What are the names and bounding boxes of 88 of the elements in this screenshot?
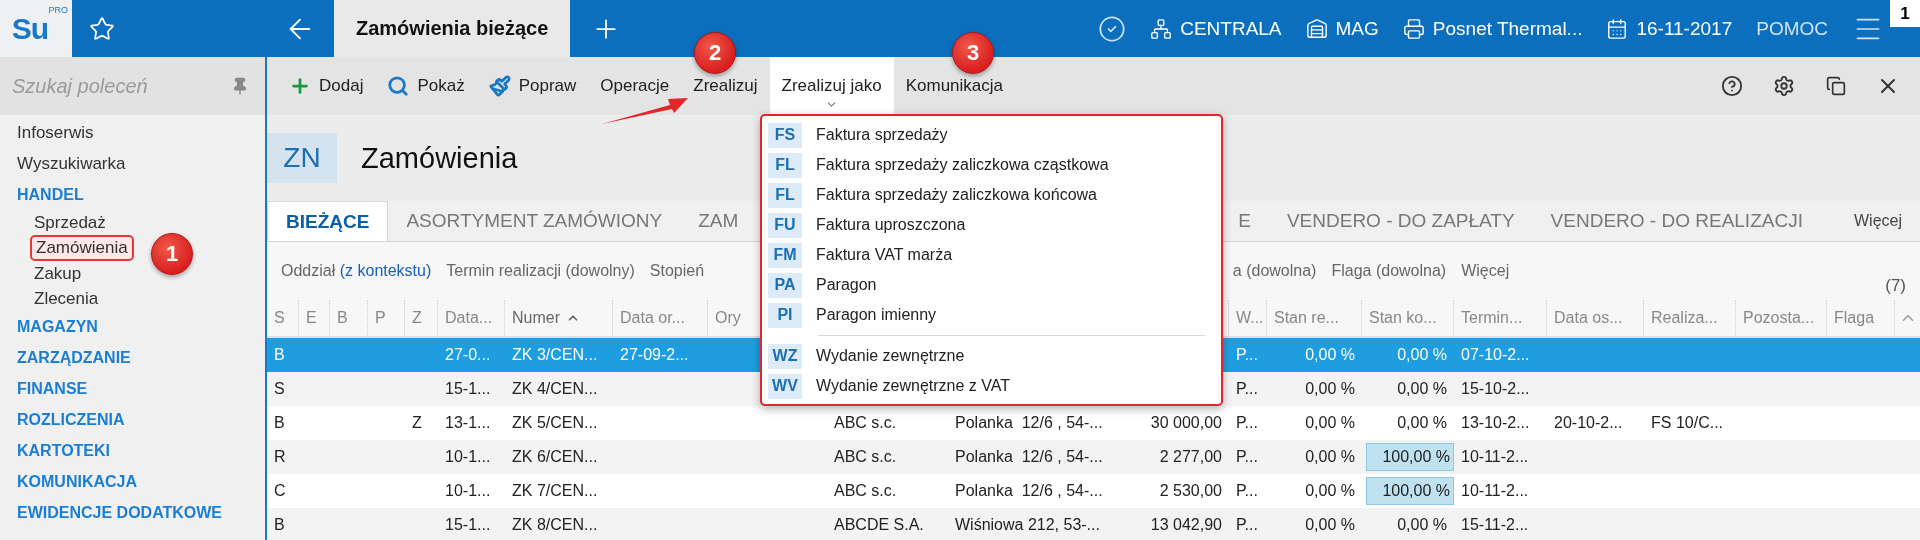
document-type-code: FU (768, 212, 802, 238)
table-cell-text: 15-11-2... (1460, 515, 1530, 535)
table-cell-text: 10-11-2... (1460, 447, 1530, 467)
menu-item-label: Paragon (816, 276, 877, 294)
table-cell-text: R (273, 447, 287, 467)
table-cell-text: P... (1235, 447, 1259, 467)
table-cell-text: 07-10-2... (1460, 345, 1531, 365)
table-cell-text: ZK 6/CEN... (511, 447, 599, 467)
table-cell-text: 0,00 % (1396, 515, 1448, 535)
table-cell-text: P... (1235, 481, 1259, 501)
table-cell-text: 0,00 % (1304, 447, 1356, 467)
table-cell-text: ABCDE S.A. (833, 515, 925, 535)
menu-item-label: Faktura VAT marża (816, 246, 953, 264)
document-type-code: FM (768, 242, 802, 268)
table-cell-text: ZK 5/CEN... (511, 413, 599, 433)
table-cell-text: ZK 8/CEN... (511, 515, 599, 535)
document-type-code: FL (768, 152, 802, 178)
table-cell-text: 13-1... (444, 413, 492, 433)
menu-item-label: Faktura sprzedaży (816, 126, 948, 144)
table-cell-text: ZK 7/CEN... (511, 481, 599, 501)
table-cell-text: C (273, 481, 287, 501)
table-cell-text: Polanka 12/6 , 54-... (954, 447, 1104, 467)
button-label: Popraw (518, 76, 577, 96)
table-cell-text: 0,00 % (1304, 345, 1356, 365)
table-cell-text: Polanka 12/6 , 54-... (954, 413, 1104, 433)
table-cell-text: 27-0... (444, 345, 492, 365)
table-cell-text: Z (411, 413, 423, 433)
button-label: Dodaj (319, 76, 364, 96)
table-cell-text: 10-1... (444, 481, 492, 501)
menu-item-label: Wydanie zewnętrzne (816, 347, 965, 365)
button-label: Zrealizuj (693, 76, 758, 96)
table-cell-text: 13 042,90 (1149, 515, 1223, 535)
table-cell-text: 10-1... (444, 447, 492, 467)
table-cell-text: 13-10-2... (1460, 413, 1531, 433)
table-cell-text: ZK 3/CEN... (511, 345, 599, 365)
menu-item-label: Faktura sprzedaży zaliczkowa cząstkowa (816, 156, 1109, 174)
table-cell-text: 0,00 % (1304, 515, 1356, 535)
table-cell-text: ABC s.c. (833, 413, 898, 433)
table-cell-text: FS 10/C... (1650, 413, 1725, 433)
button-label: Komunikacja (905, 76, 1004, 96)
document-type-code: WV (768, 373, 802, 399)
button-label: Pokaż (417, 76, 465, 96)
table-cell-text: B (273, 345, 286, 365)
table-cell-text: 0,00 % (1396, 413, 1448, 433)
menu-item-label: Faktura uproszczona (816, 216, 966, 234)
table-cell-text: S (273, 379, 286, 399)
table-cell: 100,00 % (1366, 477, 1454, 505)
table-cell-text: 15-10-2... (1460, 379, 1531, 399)
record-count: (7) (1885, 276, 1906, 296)
table-cell-text: 0,00 % (1396, 379, 1448, 399)
table-cell-text: 0,00 % (1304, 379, 1356, 399)
table-cell: 100,00 % (1366, 443, 1454, 471)
table-cell-text: 20-10-2... (1553, 413, 1624, 433)
logo-text: Su (11, 13, 49, 44)
table-cell-text: 10-11-2... (1460, 481, 1530, 501)
table-cell-text: ABC s.c. (833, 481, 898, 501)
button-label: Zrealizuj jako (781, 76, 882, 96)
document-type-code: FL (768, 182, 802, 208)
table-cell-text: 27-09-2... (619, 345, 690, 365)
table-cell-text: ZK 4/CEN... (511, 379, 599, 399)
menu-item-label: Wydanie zewnętrzne z VAT (816, 377, 1010, 395)
table-cell-text: P... (1235, 413, 1259, 433)
menu-item-label: Paragon imienny (816, 306, 937, 324)
logo-superscript: PRO (48, 6, 68, 15)
table-cell-text: Wiśniowa 212, 53-... (954, 515, 1101, 535)
table-cell-text: 0,00 % (1396, 345, 1448, 365)
document-type-code: PI (768, 302, 802, 328)
document-type-code: PA (768, 272, 802, 298)
table-cell-text: P... (1235, 345, 1259, 365)
table-cell-text: P... (1235, 379, 1259, 399)
document-type-code: FS (768, 122, 802, 148)
table-cell-text: 0,00 % (1304, 413, 1356, 433)
table-cell-text: B (273, 515, 286, 535)
table-cell-text: 2 277,00 (1158, 447, 1223, 467)
table-cell-text: 15-1... (444, 515, 492, 535)
table-cell-text: Polanka 12/6 , 54-... (954, 481, 1104, 501)
table-cell-text: 30 000,00 (1149, 413, 1223, 433)
table-cell-text: 15-1... (444, 379, 492, 399)
table-cell-text: ABC s.c. (833, 447, 898, 467)
document-code: ZN (267, 133, 337, 183)
table-cell-text: 2 530,00 (1158, 481, 1223, 501)
document-type-code: WZ (768, 343, 802, 369)
table-cell-text: P... (1235, 515, 1259, 535)
button-label: Operacje (600, 76, 670, 96)
table-cell-text: 0,00 % (1304, 481, 1356, 501)
page-title: Zamówienia (361, 141, 518, 175)
table-cell-text: B (273, 413, 286, 433)
menu-item-label: Faktura sprzedaży zaliczkowa końcowa (816, 186, 1097, 204)
